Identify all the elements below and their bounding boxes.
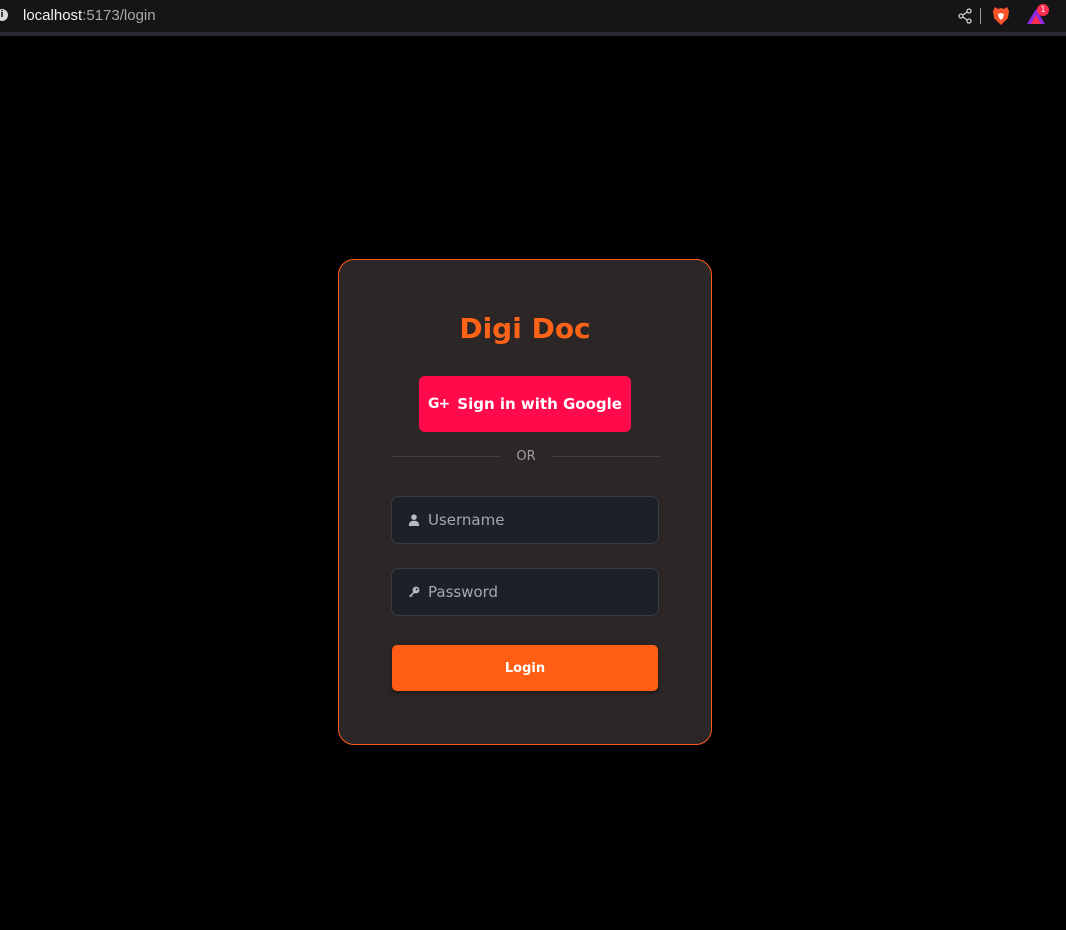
address-bar[interactable]: localhost:5173/login [23, 7, 156, 24]
password-field-wrapper [391, 568, 659, 616]
google-plus-icon: G+ [428, 396, 450, 412]
or-divider: OR [392, 448, 661, 464]
info-icon[interactable]: i [0, 9, 8, 21]
toolbar-divider [980, 8, 981, 24]
key-icon [409, 586, 420, 598]
url-path: :5173/login [82, 7, 156, 24]
login-button[interactable]: Login [392, 645, 658, 691]
app-title: Digi Doc [459, 312, 591, 345]
username-input[interactable] [428, 511, 648, 529]
user-icon [408, 514, 420, 526]
brave-shield-icon[interactable] [992, 6, 1010, 26]
divider-line-left [392, 455, 501, 457]
notification-badge: 1 [1037, 4, 1049, 16]
or-text: OR [516, 448, 536, 464]
username-field-wrapper [391, 496, 659, 544]
share-icon[interactable] [957, 8, 973, 24]
google-signin-button[interactable]: G+ Sign in with Google [419, 376, 631, 432]
divider-line-right [551, 455, 661, 457]
google-signin-label: Sign in with Google [457, 395, 622, 413]
password-input[interactable] [428, 583, 648, 601]
login-card: Digi Doc G+ Sign in with Google OR Login [338, 259, 712, 745]
url-host: localhost [23, 7, 83, 24]
browser-toolbar: i localhost:5173/login 1 [0, 0, 1066, 36]
